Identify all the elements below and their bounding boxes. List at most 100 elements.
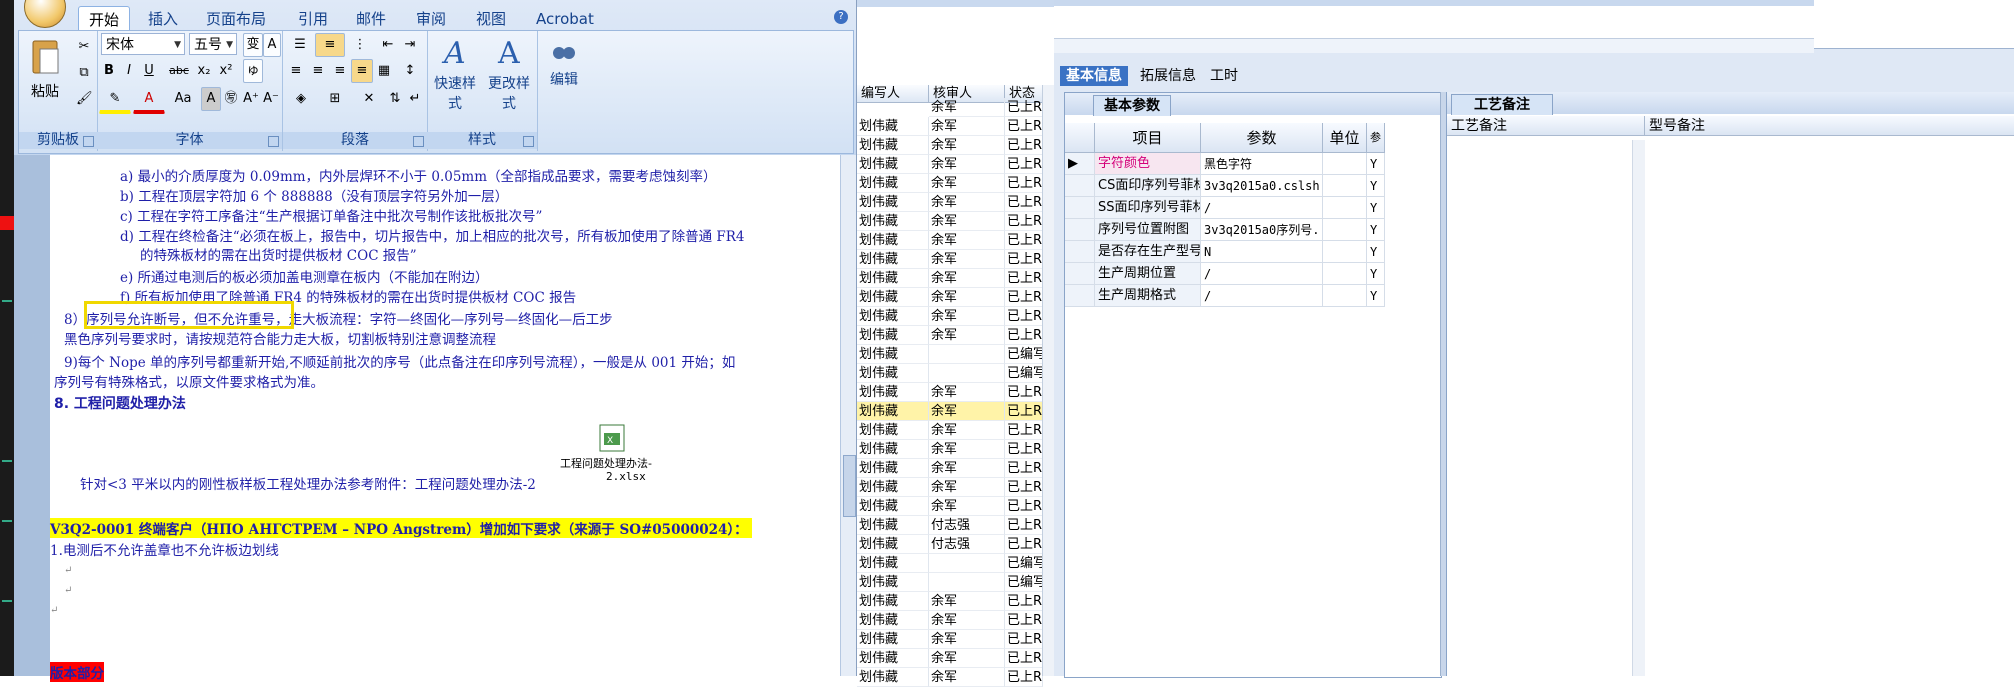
table-row[interactable]: 划伟藏 余军 已上R [857,611,1055,630]
justify-icon[interactable]: ≡ [351,59,373,83]
align-right-icon[interactable]: ≡ [329,59,351,83]
param-row[interactable]: 是否存在生产型号 N Y [1065,241,1441,263]
param-row[interactable]: 生产周期位置 / Y [1065,263,1441,285]
table-row[interactable]: 划伟藏 已编写 [857,573,1055,592]
clipboard-launcher-icon[interactable] [83,136,94,147]
tab-mailings[interactable]: 邮件 [356,8,386,30]
tab-work-hours[interactable]: 工时 [1204,66,1244,86]
column-extra[interactable]: 参 [1367,123,1385,153]
clear-format-icon[interactable]: 变 [243,33,263,57]
tab-insert[interactable]: 插入 [148,8,178,30]
document-page[interactable]: a) 最小的介质厚度为 0.09mm，内外层焊环不小于 0.05mm（全部指成品… [50,155,840,682]
tab-basic-info[interactable]: 基本信息 [1060,66,1128,86]
param-row[interactable]: 生产周期格式 / Y [1065,285,1441,307]
table-row[interactable]: 划伟藏 余军 已上R [857,269,1055,288]
table-row[interactable]: 划伟藏 余军 已上R [857,459,1055,478]
underline-button[interactable]: U [139,59,159,83]
paragraph-launcher-icon[interactable] [413,136,424,147]
tab-extended-info[interactable]: 拓展信息 [1134,66,1202,86]
help-icon[interactable]: ? [834,10,848,24]
table-row[interactable]: 划伟藏 余军 已上R [857,440,1055,459]
shrink-font-button[interactable]: A⁻ [261,87,281,111]
tab-review[interactable]: 审阅 [416,8,446,30]
tab-references[interactable]: 引用 [298,8,328,30]
table-row[interactable]: 划伟藏 余军 已上R [857,231,1055,250]
horizontal-scrollbar[interactable] [1054,38,1814,53]
multilevel-list-icon[interactable]: ⋮ [345,33,375,57]
param-row[interactable]: 序列号位置附图 3v3q2015a0序列号... Y [1065,219,1441,241]
show-marks-icon[interactable]: ↵ [405,87,425,111]
styles-launcher-icon[interactable] [523,136,534,147]
change-styles-button[interactable]: A 更改样式 [483,35,535,113]
excel-attachment-icon[interactable]: X [598,423,628,453]
tab-craft-notes[interactable]: 工艺备注 [1451,94,1553,115]
table-row[interactable]: 划伟藏 余军 已上R [857,288,1055,307]
table-row[interactable]: 划伟藏 余军 已上R [857,383,1055,402]
table-row[interactable]: 划伟藏 余军 已上R [857,668,1055,687]
paste-button[interactable]: 粘贴 [23,37,67,101]
column-craft-note[interactable]: 工艺备注 [1447,116,1645,136]
distribute-icon[interactable]: ▦ [373,59,395,83]
tab-home[interactable]: 开始 [78,6,131,33]
sort-icon[interactable]: ⇅ [385,87,405,111]
table-row[interactable]: 余军 已上R [857,98,1055,117]
highlight-color-icon[interactable]: ✎ [99,87,131,114]
column-param[interactable]: 参数 [1201,123,1323,153]
scroll-thumb[interactable] [843,455,856,517]
grow-font-button[interactable]: A⁺ [241,87,261,111]
table-row[interactable]: 划伟藏 余军 已上R [857,250,1055,269]
tab-page-layout[interactable]: 页面布局 [206,8,266,30]
table-row[interactable]: 划伟藏 付志强 已上R [857,516,1055,535]
table-row[interactable]: 划伟藏 付志强 已上R [857,535,1055,554]
table-row[interactable]: 划伟藏 已编写 [857,364,1055,383]
change-case-button[interactable]: Aa [167,87,199,111]
format-painter-icon[interactable]: 🖌 [75,87,93,111]
param-row[interactable]: ▶ 字符颜色 黑色字符 Y [1065,153,1441,175]
numbering-icon[interactable]: ≡ [315,33,345,57]
enclose-char-icon[interactable]: ㊢ [221,87,241,111]
font-size-combo[interactable]: 五号 ▼ [189,33,237,55]
tab-acrobat[interactable]: Acrobat [536,8,594,30]
font-launcher-icon[interactable] [268,136,279,147]
table-row[interactable]: 划伟藏 余军 已上R [857,630,1055,649]
char-border-icon[interactable]: A [263,33,281,57]
edit-button[interactable]: 编辑 [541,35,587,89]
column-model-note[interactable]: 型号备注 [1645,116,2014,136]
align-left-icon[interactable]: ≡ [285,59,307,83]
tab-basic-params[interactable]: 基本参数 [1093,95,1171,116]
font-color-icon[interactable]: A [133,87,165,114]
table-row[interactable]: 划伟藏 余军 已上R [857,421,1055,440]
align-center-icon[interactable]: ≡ [307,59,329,83]
line-spacing-icon[interactable]: ↕ [395,59,425,83]
table-row[interactable]: 划伟藏 余军 已上R [857,649,1055,668]
increase-indent-icon[interactable]: ⇥ [399,33,421,57]
phonetic-icon[interactable]: ゅ [243,59,263,83]
font-name-combo[interactable]: 宋体 ▼ [101,33,185,55]
copy-icon[interactable]: ⧉ [75,61,93,85]
craft-note-scrollbar[interactable] [1632,140,1645,676]
table-row[interactable]: 划伟藏 余军 已上R [857,478,1055,497]
table-row[interactable]: 划伟藏 余军 已上R [857,212,1055,231]
tab-view[interactable]: 视图 [476,8,506,30]
table-row[interactable]: 划伟藏 余军 已上R [857,193,1055,212]
bold-button[interactable]: B [99,59,119,83]
document-scrollbar[interactable] [840,155,857,676]
param-row[interactable]: CS面印序列号菲林 3v3q2015a0.cslsh Y [1065,175,1441,197]
quick-styles-button[interactable]: A 快速样式 [429,35,481,113]
table-row[interactable]: 划伟藏 余军 已上R [857,497,1055,516]
table-row[interactable]: 划伟藏 余军 已上R [857,155,1055,174]
strikethrough-button[interactable]: abc [165,59,193,83]
table-row[interactable]: 划伟藏 已编写 [857,345,1055,364]
table-row[interactable]: 划伟藏 余军 已上R [857,136,1055,155]
table-row[interactable]: 划伟藏 余军 已上R [857,326,1055,345]
char-shading-button[interactable]: A [201,87,221,111]
shading-icon[interactable]: ◈ [285,87,317,111]
italic-button[interactable]: I [119,59,139,83]
param-row[interactable]: SS面印序列号菲林 / Y [1065,197,1441,219]
subscript-button[interactable]: x₂ [193,59,215,83]
chinese-layout-icon[interactable]: ✕ [353,87,385,111]
cut-icon[interactable]: ✂ [75,35,93,59]
table-row[interactable]: 划伟藏 已编写 [857,554,1055,573]
table-row[interactable]: 划伟藏 余军 已上R [857,117,1055,136]
table-row[interactable]: 划伟藏 余军 已上R [857,402,1055,421]
